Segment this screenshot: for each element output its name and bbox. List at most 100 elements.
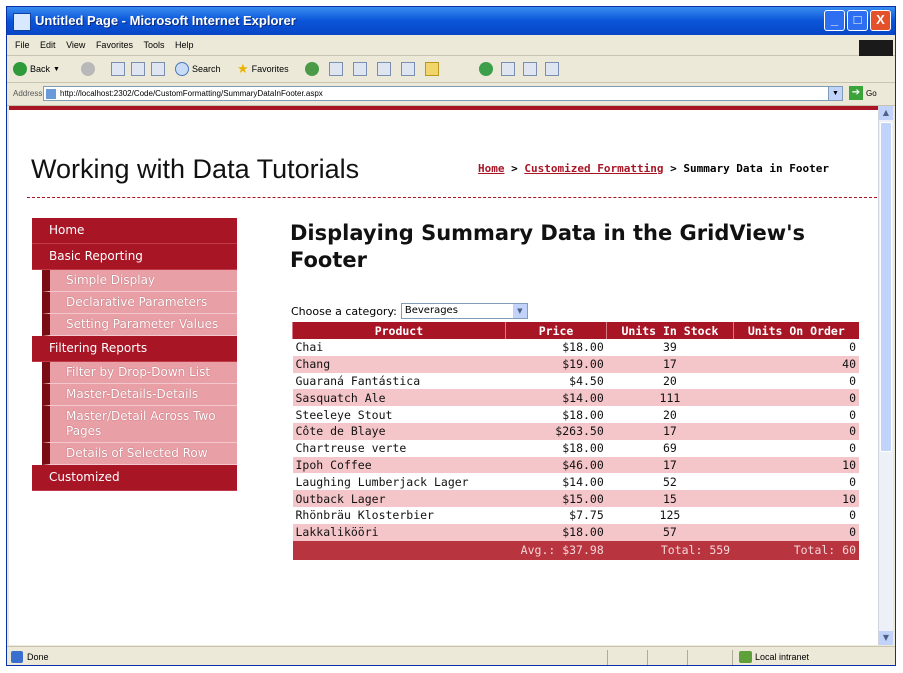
print-icon bbox=[377, 62, 391, 76]
sidebar-item-filtering-reports[interactable]: Filtering Reports bbox=[32, 336, 237, 362]
refresh-button[interactable] bbox=[131, 61, 145, 77]
sidebar-item-customized[interactable]: Customized bbox=[32, 465, 237, 491]
stop-icon bbox=[111, 62, 125, 76]
browser-window: Untitled Page - Microsoft Internet Explo… bbox=[6, 6, 896, 666]
site-title: Working with Data Tutorials bbox=[31, 154, 360, 184]
menu-help[interactable]: Help bbox=[175, 40, 194, 50]
sidebar-item-details-selected-row[interactable]: Details of Selected Row bbox=[42, 443, 237, 465]
table-row: Laughing Lumberjack Lager $14.00 52 0 bbox=[295, 474, 857, 489]
status-divider bbox=[647, 650, 648, 665]
sidebar-item-basic-reporting[interactable]: Basic Reporting bbox=[32, 244, 237, 270]
table-row: Outback Lager $15.00 15 10 bbox=[292, 490, 859, 507]
edit-icon bbox=[401, 62, 415, 76]
mail-icon bbox=[353, 62, 367, 76]
window-title: Untitled Page - Microsoft Internet Explo… bbox=[35, 13, 296, 28]
toolbar: Back ▼ Search ★ Favorites bbox=[7, 56, 895, 83]
table-row: Chartreuse verte $18.00 69 0 bbox=[295, 441, 857, 456]
footer-price-average: Avg.: $37.98 bbox=[505, 540, 607, 560]
forward-button[interactable] bbox=[81, 61, 95, 77]
vertical-scrollbar[interactable]: ▲ ▼ bbox=[878, 106, 893, 645]
address-label: Address bbox=[13, 89, 43, 98]
history-icon bbox=[329, 62, 343, 76]
history-button[interactable] bbox=[329, 61, 343, 77]
discuss-button[interactable] bbox=[523, 61, 537, 77]
page-heading: Displaying Summary Data in the GridView'… bbox=[290, 221, 806, 272]
category-label: Choose a category: bbox=[291, 304, 397, 318]
scroll-thumb[interactable] bbox=[880, 122, 892, 452]
status-text: Done bbox=[27, 652, 49, 662]
breadcrumb-home-link[interactable]: Home bbox=[478, 162, 505, 175]
edit-button[interactable] bbox=[401, 61, 415, 77]
star-icon: ★ bbox=[237, 61, 249, 76]
home-button[interactable] bbox=[151, 61, 165, 77]
favorites-button[interactable]: ★ Favorites bbox=[237, 61, 289, 77]
back-arrow-icon bbox=[13, 62, 27, 76]
search-button[interactable]: Search bbox=[175, 61, 221, 77]
sidebar-item-master-detail-two-pages[interactable]: Master/Detail Across Two Pages bbox=[42, 406, 237, 443]
scroll-down-icon[interactable]: ▼ bbox=[879, 631, 893, 645]
stop-button[interactable] bbox=[111, 61, 125, 77]
header-divider bbox=[27, 197, 877, 198]
maximize-button[interactable]: □ bbox=[847, 10, 868, 31]
table-row: Chai $18.00 39 0 bbox=[295, 340, 857, 355]
refresh-icon bbox=[131, 62, 145, 76]
discuss-icon bbox=[523, 62, 537, 76]
sidebar-item-setting-parameter-values[interactable]: Setting Parameter Values bbox=[42, 314, 237, 336]
scroll-up-icon[interactable]: ▲ bbox=[879, 106, 893, 120]
address-input[interactable]: http://localhost:2302/Code/CustomFormatt… bbox=[43, 86, 843, 101]
table-row: Rhönbräu Klosterbier $7.75 125 0 bbox=[295, 508, 857, 523]
back-button[interactable]: Back ▼ bbox=[13, 61, 60, 77]
table-row: Côte de Blaye $263.50 17 0 bbox=[292, 422, 859, 440]
chevron-down-icon[interactable]: ▼ bbox=[512, 304, 527, 318]
category-select[interactable]: Beverages ▼ bbox=[400, 303, 528, 319]
table-row: Lakkalikööri $18.00 57 0 bbox=[292, 523, 859, 541]
close-button[interactable]: X bbox=[870, 10, 891, 31]
mail-button[interactable] bbox=[353, 61, 367, 77]
messenger-icon bbox=[479, 62, 493, 76]
print-button[interactable] bbox=[377, 61, 391, 77]
footer-stock-total: Total: 559 bbox=[606, 540, 734, 560]
media-icon bbox=[305, 62, 319, 76]
address-dropdown-icon[interactable]: ▼ bbox=[828, 87, 842, 100]
table-row: Steeleye Stout $18.00 20 0 bbox=[295, 407, 857, 422]
menu-edit[interactable]: Edit bbox=[40, 40, 56, 50]
sidebar-item-home[interactable]: Home bbox=[32, 218, 237, 244]
grid-footer-row: Avg.: $37.98 Total: 559 Total: 60 bbox=[292, 540, 859, 560]
title-bar[interactable]: Untitled Page - Microsoft Internet Explo… bbox=[7, 7, 895, 35]
sidebar-item-filter-by-dropdown[interactable]: Filter by Drop-Down List bbox=[42, 362, 237, 384]
sidebar-item-master-details-details[interactable]: Master-Details-Details bbox=[42, 384, 237, 406]
sidebar-menu: Home Basic Reporting Simple Display Decl… bbox=[32, 218, 237, 491]
status-divider bbox=[732, 650, 733, 665]
folder-button[interactable] bbox=[425, 61, 439, 77]
status-divider bbox=[687, 650, 688, 665]
search-icon bbox=[175, 62, 189, 76]
research-button[interactable] bbox=[501, 61, 515, 77]
menu-favorites[interactable]: Favorites bbox=[96, 40, 133, 50]
menu-file[interactable]: File bbox=[15, 40, 30, 50]
breadcrumb-section-link[interactable]: Customized Formatting bbox=[524, 162, 663, 175]
research-icon bbox=[501, 62, 515, 76]
table-row: Ipoh Coffee $46.00 17 10 bbox=[292, 456, 859, 474]
menu-view[interactable]: View bbox=[66, 40, 85, 50]
tools-button[interactable] bbox=[545, 61, 559, 77]
go-button[interactable]: ➔ Go bbox=[849, 86, 877, 100]
sidebar-item-declarative-parameters[interactable]: Declarative Parameters bbox=[42, 292, 237, 314]
minimize-button[interactable]: _ bbox=[824, 10, 845, 31]
intranet-icon bbox=[739, 651, 752, 663]
page-content: Working with Data Tutorials Home > Custo… bbox=[9, 106, 878, 645]
address-bar: Address http://localhost:2302/Code/Custo… bbox=[7, 83, 895, 106]
products-grid: Product Price Units In Stock Units On Or… bbox=[292, 322, 859, 560]
chevron-down-icon: ▼ bbox=[53, 65, 60, 73]
footer-product bbox=[292, 540, 506, 560]
menu-tools[interactable]: Tools bbox=[143, 40, 164, 50]
table-row: Guaraná Fantástica $4.50 20 0 bbox=[295, 373, 857, 388]
messenger-button[interactable] bbox=[479, 61, 493, 77]
sidebar-item-simple-display[interactable]: Simple Display bbox=[42, 270, 237, 292]
home-icon bbox=[151, 62, 165, 76]
table-row: Sasquatch Ale $14.00 111 0 bbox=[292, 389, 859, 407]
media-button[interactable] bbox=[305, 61, 319, 77]
folder-icon bbox=[425, 62, 439, 76]
ie-icon bbox=[13, 13, 31, 31]
security-zone[interactable]: Local intranet bbox=[755, 652, 809, 662]
address-url[interactable]: http://localhost:2302/Code/CustomFormatt… bbox=[60, 89, 323, 98]
